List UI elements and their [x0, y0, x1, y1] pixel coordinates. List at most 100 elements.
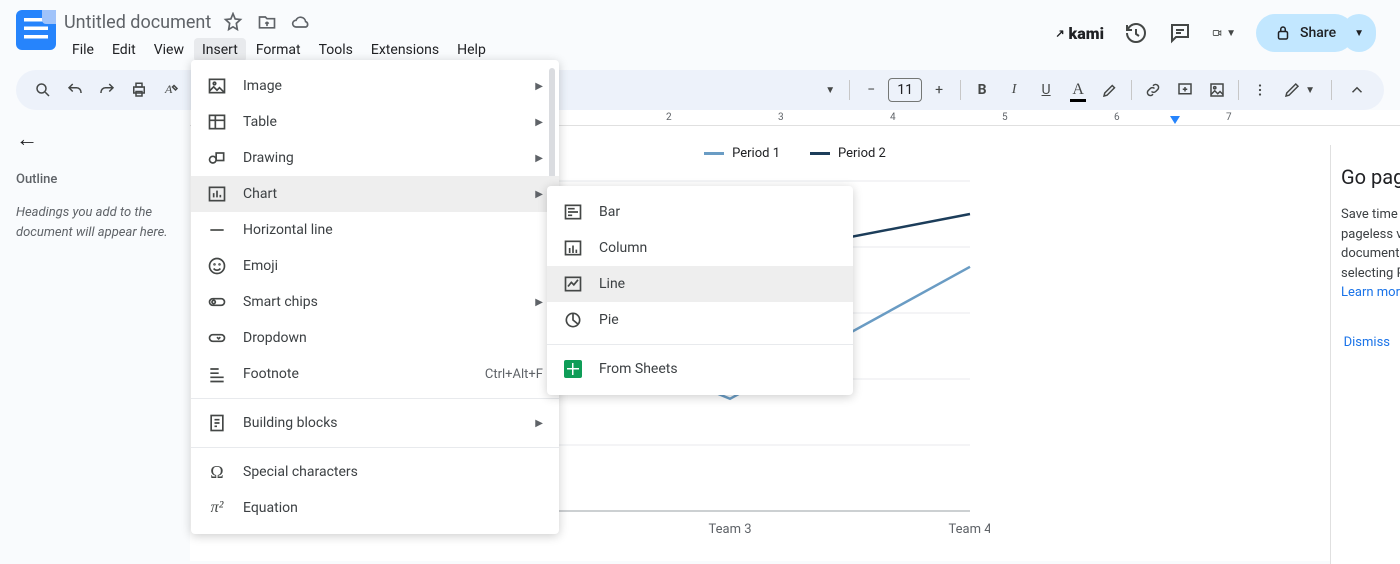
- insert-dropdown[interactable]: Dropdown: [191, 320, 559, 356]
- promo-learn-more[interactable]: Learn more: [1341, 285, 1400, 300]
- menu-tools[interactable]: Tools: [311, 38, 361, 62]
- chart-icon: [207, 184, 227, 204]
- footnote-icon: [207, 364, 227, 384]
- chart-bar[interactable]: Bar: [547, 194, 853, 230]
- print-button[interactable]: [124, 75, 154, 105]
- outline-panel: ← Outline Headings you add to the docume…: [0, 110, 190, 544]
- svg-text:A: A: [164, 82, 173, 96]
- line-chart-icon: [563, 274, 583, 294]
- underline-button[interactable]: U: [1031, 75, 1061, 105]
- x-axis-label: Team 3: [708, 522, 751, 537]
- meet-icon[interactable]: ▼: [1212, 21, 1236, 45]
- dropdown-icon: [207, 328, 227, 348]
- legend-label: Period 1: [732, 146, 780, 161]
- kami-extension[interactable]: ↗kami: [1055, 24, 1104, 43]
- highlight-button[interactable]: [1095, 75, 1125, 105]
- chevron-down-icon: ▼: [1226, 28, 1236, 39]
- collapse-button[interactable]: [1342, 75, 1372, 105]
- chart-submenu: Bar Column Line Pie From Sheets: [547, 186, 853, 395]
- insert-horizontal-line[interactable]: Horizontal line: [191, 212, 559, 248]
- menu-view[interactable]: View: [146, 38, 192, 62]
- undo-button[interactable]: [60, 75, 90, 105]
- bold-button[interactable]: B: [967, 75, 997, 105]
- building-blocks-icon: [207, 413, 227, 433]
- ruler-mark: 2: [666, 112, 672, 123]
- docs-logo-icon[interactable]: [16, 10, 56, 50]
- insert-equation[interactable]: π²Equation: [191, 490, 559, 526]
- hline-icon: [207, 220, 227, 240]
- chart-pie[interactable]: Pie: [547, 302, 853, 338]
- x-axis-label: Team 4: [948, 522, 990, 537]
- menu-insert[interactable]: Insert: [194, 38, 246, 62]
- smart-chips-icon: [207, 292, 227, 312]
- insert-smart-chips[interactable]: Smart chips▶: [191, 284, 559, 320]
- submenu-arrow-icon: ▶: [535, 81, 543, 92]
- image-icon: [207, 76, 227, 96]
- italic-button[interactable]: I: [999, 75, 1029, 105]
- insert-footnote[interactable]: FootnoteCtrl+Alt+F: [191, 356, 559, 392]
- omega-icon: Ω: [207, 462, 227, 482]
- star-icon[interactable]: [223, 12, 243, 32]
- drawing-icon: [207, 148, 227, 168]
- share-button[interactable]: Share: [1256, 14, 1354, 52]
- back-arrow-icon[interactable]: ←: [16, 126, 174, 152]
- font-size-increase[interactable]: +: [924, 75, 954, 105]
- promo-body: Save time scrolling through pageless vie…: [1341, 205, 1390, 303]
- chart-column[interactable]: Column: [547, 230, 853, 266]
- comment-button[interactable]: [1170, 75, 1200, 105]
- share-dropdown[interactable]: ▼: [1342, 14, 1376, 52]
- insert-special-chars[interactable]: ΩSpecial characters: [191, 454, 559, 490]
- promo-heading: Go pageless: [1341, 165, 1390, 189]
- chart-from-sheets[interactable]: From Sheets: [547, 351, 853, 387]
- chart-line[interactable]: Line: [547, 266, 853, 302]
- legend-swatch: [810, 152, 830, 155]
- outline-heading: Outline: [16, 172, 174, 187]
- menu-extensions[interactable]: Extensions: [363, 38, 447, 62]
- legend-swatch: [704, 152, 724, 155]
- menu-help[interactable]: Help: [449, 38, 494, 62]
- ruler-mark: 3: [778, 112, 784, 123]
- emoji-icon: [207, 256, 227, 276]
- table-icon: [207, 112, 227, 132]
- more-button[interactable]: [1245, 75, 1275, 105]
- chevron-down-icon[interactable]: ▼: [825, 85, 835, 96]
- ruler-indicator-icon[interactable]: [1170, 116, 1180, 124]
- document-title[interactable]: Untitled document: [64, 12, 211, 33]
- history-icon[interactable]: [1124, 21, 1148, 45]
- insert-menu-dropdown: Image▶ Table▶ Drawing▶ Chart▶ Horizontal…: [191, 60, 559, 534]
- insert-table[interactable]: Table▶: [191, 104, 559, 140]
- equation-icon: π²: [207, 498, 227, 518]
- format-paint-button[interactable]: A: [156, 75, 186, 105]
- promo-dismiss[interactable]: Dismiss: [1344, 335, 1390, 350]
- insert-chart[interactable]: Chart▶: [191, 176, 559, 212]
- editing-mode-button[interactable]: ▼: [1277, 75, 1321, 105]
- link-button[interactable]: [1138, 75, 1168, 105]
- font-size-input[interactable]: 11: [888, 78, 922, 102]
- font-size-decrease[interactable]: −: [856, 75, 886, 105]
- insert-drawing[interactable]: Drawing▶: [191, 140, 559, 176]
- legend-item: Period 2: [810, 146, 886, 161]
- legend-item: Period 1: [704, 146, 780, 161]
- menu-format[interactable]: Format: [248, 38, 309, 62]
- ruler-mark: 6: [1114, 112, 1120, 123]
- pageless-promo-panel: Go pageless Save time scrolling through …: [1330, 145, 1400, 564]
- search-button[interactable]: [28, 75, 58, 105]
- outline-hint: Headings you add to the document will ap…: [16, 203, 174, 242]
- menu-file[interactable]: File: [64, 38, 102, 62]
- pie-chart-icon: [563, 310, 583, 330]
- text-color-button[interactable]: A: [1063, 75, 1093, 105]
- ruler-mark: 7: [1226, 112, 1232, 123]
- comments-icon[interactable]: [1168, 21, 1192, 45]
- insert-building-blocks[interactable]: Building blocks▶: [191, 405, 559, 441]
- insert-image-button[interactable]: [1202, 75, 1232, 105]
- insert-emoji[interactable]: Emoji: [191, 248, 559, 284]
- sheets-icon: [563, 359, 583, 379]
- bar-chart-icon: [563, 202, 583, 222]
- ruler-mark: 4: [890, 112, 896, 123]
- move-icon[interactable]: [257, 12, 277, 32]
- column-chart-icon: [563, 238, 583, 258]
- redo-button[interactable]: [92, 75, 122, 105]
- insert-image[interactable]: Image▶: [191, 68, 559, 104]
- cloud-status-icon[interactable]: [291, 12, 311, 32]
- menu-edit[interactable]: Edit: [104, 38, 144, 62]
